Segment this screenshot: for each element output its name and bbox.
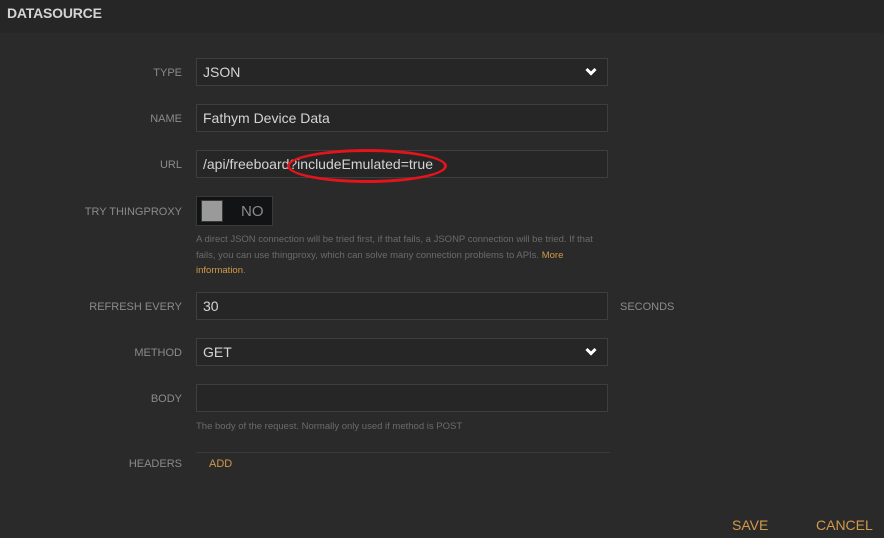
refresh-unit: SECONDS [620, 301, 675, 313]
method-select[interactable]: GET [196, 338, 608, 366]
dialog-header: DATASOURCE [0, 0, 884, 33]
chevron-down-icon [585, 347, 597, 356]
toggle-knob [201, 200, 223, 222]
url-label: URL [159, 159, 182, 171]
url-input[interactable]: /api/freeboard?includeEmulated=true [196, 150, 608, 178]
add-header-button[interactable]: ADD [209, 458, 232, 470]
chevron-down-icon [585, 67, 597, 76]
name-input[interactable]: Fathym Device Data [196, 104, 608, 132]
thingproxy-label: TRY THINGPROXY [84, 206, 182, 218]
thingproxy-help-text: A direct JSON connection will be tried f… [196, 234, 593, 261]
headers-label: HEADERS [128, 458, 182, 470]
cancel-button[interactable]: CANCEL [816, 517, 873, 533]
type-select[interactable]: JSON [196, 58, 608, 86]
body-label: BODY [150, 393, 182, 405]
method-label: METHOD [134, 347, 182, 359]
save-button[interactable]: SAVE [732, 517, 768, 533]
method-select-value: GET [203, 344, 232, 360]
headers-divider [196, 452, 610, 453]
refresh-label: REFRESH EVERY [89, 301, 182, 313]
dialog-title: DATASOURCE [7, 5, 102, 21]
thingproxy-toggle[interactable]: NO [196, 196, 273, 226]
type-select-value: JSON [203, 64, 241, 80]
name-label: NAME [150, 113, 182, 125]
thingproxy-help: A direct JSON connection will be tried f… [196, 232, 612, 279]
refresh-input[interactable]: 30 [196, 292, 608, 320]
help-period: . [243, 265, 246, 276]
toggle-state: NO [241, 203, 264, 220]
type-label: TYPE [153, 67, 182, 79]
body-help: The body of the request. Normally only u… [196, 421, 463, 432]
body-input[interactable] [196, 384, 608, 412]
